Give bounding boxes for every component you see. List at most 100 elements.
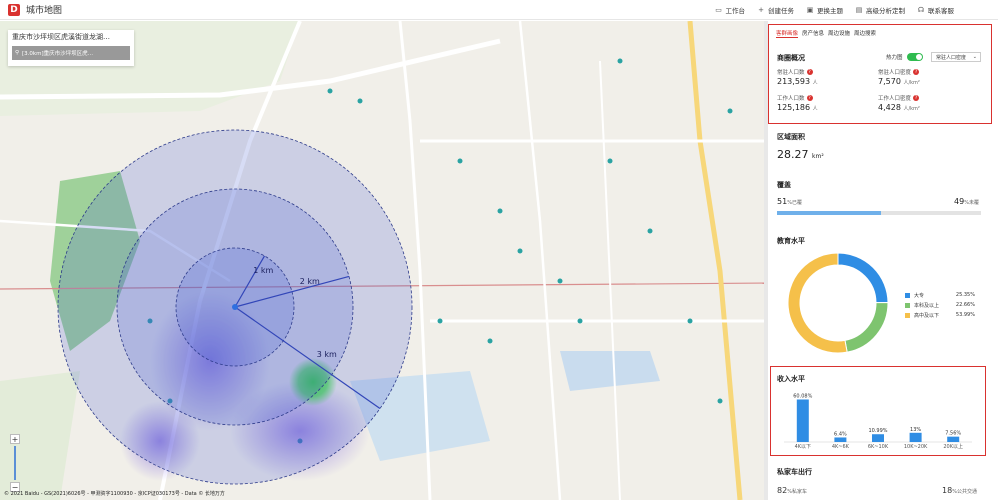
help-icon[interactable]: ? bbox=[806, 69, 813, 75]
resident-density-unit: 人/km² bbox=[903, 80, 920, 86]
resident-density-value: 7,570 人/km² bbox=[878, 77, 920, 86]
legend-item: 大专 25.35% bbox=[905, 290, 975, 300]
resident-pop-number: 213,593 bbox=[777, 77, 811, 86]
legend-item: 本科及以上 22.66% bbox=[905, 300, 975, 310]
bar-category-label: 4K以下 bbox=[795, 444, 811, 450]
zoom-slider[interactable] bbox=[14, 446, 16, 480]
income-bar[interactable] bbox=[872, 434, 884, 442]
legend-label: 大专 bbox=[914, 292, 925, 299]
top-actions: ▭ 工作台 + 创建任务 ▣ 更换主题 ▤ 高级分析定制 ☊ 联系客服 bbox=[715, 0, 954, 20]
income-chart: 60.08% 4K以下 6.4% 4K~6K 10.99% 6K~10K 13% 10K~20… bbox=[784, 393, 972, 450]
legend-item: 高中及以下 53.99% bbox=[905, 310, 975, 320]
legend-swatch bbox=[905, 312, 910, 318]
legend-pct: 53.99% bbox=[955, 312, 975, 318]
coverage-uncovered-unit: %未覆 bbox=[964, 200, 979, 206]
area-number: 28.27 bbox=[777, 148, 809, 161]
education-legend: 大专 25.35% 本科及以上 22.66% 高中及以下 53.99% bbox=[905, 290, 975, 320]
center-marker[interactable] bbox=[232, 304, 238, 310]
calendar-icon: ▤ bbox=[855, 6, 863, 14]
area-title: 区域面积 bbox=[777, 133, 805, 141]
tab-nearby-search[interactable]: 周边搜索 bbox=[854, 29, 876, 38]
legend-swatch bbox=[905, 292, 910, 298]
car-private-value: 82 bbox=[777, 486, 788, 495]
switch-theme-button[interactable]: ▣ 更换主题 bbox=[806, 5, 843, 15]
income-bar[interactable] bbox=[834, 437, 847, 442]
heatmap-label: 热力图 bbox=[886, 55, 903, 61]
contact-support-button[interactable]: ☊ 联系客服 bbox=[917, 5, 954, 15]
coverage-covered-unit: %已覆 bbox=[787, 200, 802, 206]
map-copyright: © 2021 Baidu - GS(2021)6026号 - 甲测资字11009… bbox=[4, 491, 225, 497]
bar-value-label: 10.99% bbox=[868, 428, 887, 434]
contact-support-label: 联系客服 bbox=[928, 7, 954, 15]
radius-rings: 1 km 2 km 3 km bbox=[57, 129, 413, 485]
heatmap-toggle[interactable]: 热力图 bbox=[886, 53, 923, 61]
legend-label: 高中及以下 bbox=[914, 312, 940, 319]
income-title: 收入水平 bbox=[777, 375, 805, 383]
create-task-button[interactable]: + 创建任务 bbox=[757, 5, 794, 15]
bar-value-label: 13% bbox=[910, 427, 921, 433]
workbench-button[interactable]: ▭ 工作台 bbox=[715, 5, 745, 15]
metric-dropdown[interactable]: 常驻人口密度 ⌄ bbox=[931, 52, 981, 62]
headset-icon: ☊ bbox=[917, 6, 925, 14]
income-bar[interactable] bbox=[796, 399, 809, 442]
resident-pop-unit: 人 bbox=[812, 80, 818, 86]
radius-label: 2 km bbox=[300, 277, 320, 286]
metric-dropdown-value: 常驻人口密度 bbox=[936, 54, 967, 61]
resident-density-label: 常驻人口密度? bbox=[878, 68, 920, 76]
tab-customer-profile[interactable]: 客群画像 bbox=[776, 29, 799, 38]
radius-label: 3 km bbox=[317, 350, 337, 359]
heatmap-switch[interactable] bbox=[906, 53, 923, 61]
work-pop-unit: 人 bbox=[812, 106, 818, 112]
monitor-icon: ▭ bbox=[715, 6, 722, 14]
car-public-unit: %公共交通 bbox=[952, 489, 977, 495]
help-icon[interactable]: ? bbox=[806, 95, 813, 101]
legend-pct: 22.66% bbox=[955, 302, 975, 308]
panel-tabs: 客群画像 房产信息 周边设施 周边搜索 bbox=[776, 29, 876, 38]
legend-pct: 25.35% bbox=[955, 292, 975, 298]
overview-title: 商圈概况 bbox=[777, 54, 805, 62]
help-icon[interactable]: ? bbox=[913, 69, 920, 75]
work-density-label-text: 工作人口密度 bbox=[878, 96, 912, 102]
work-density-value: 4,428 人/km² bbox=[878, 103, 920, 112]
road bbox=[518, 21, 562, 500]
tab-property-info[interactable]: 房产信息 bbox=[802, 29, 824, 38]
bar-category-label: 10K~20K bbox=[904, 444, 928, 450]
map-canvas[interactable]: 1 km 2 km 3 km + − bbox=[0, 21, 768, 500]
coverage-covered: 51%已覆 bbox=[777, 197, 802, 206]
legend-label: 本科及以上 bbox=[914, 302, 940, 309]
income-bar[interactable] bbox=[947, 436, 960, 442]
donut-slice[interactable] bbox=[787, 252, 848, 354]
app-title: 城市地图 bbox=[26, 6, 63, 16]
map-layer: 1 km 2 km 3 km bbox=[0, 21, 768, 500]
advanced-custom-button[interactable]: ▤ 高级分析定制 bbox=[855, 5, 905, 15]
zoom-in-button[interactable]: + bbox=[10, 434, 20, 444]
income-bar[interactable] bbox=[909, 432, 922, 442]
work-pop-value: 125,186 人 bbox=[777, 103, 818, 112]
search-result-item[interactable]: ⚲ [3.0km]重庆市沙坪坝区虎… bbox=[12, 46, 130, 60]
theme-icon: ▣ bbox=[806, 6, 814, 14]
car-title: 私家车出行 bbox=[777, 468, 812, 476]
coverage-bar-fill bbox=[777, 211, 882, 215]
car-public: 18%公共交通 bbox=[942, 486, 977, 495]
app-logo[interactable]: D bbox=[8, 3, 20, 16]
coverage-covered-value: 51 bbox=[777, 197, 788, 206]
car-private: 82%私家车 bbox=[777, 486, 807, 495]
resident-density-number: 7,570 bbox=[878, 77, 901, 86]
donut-slice[interactable] bbox=[837, 252, 889, 304]
top-bar: D 城市地图 ▭ 工作台 + 创建任务 ▣ 更换主题 ▤ 高级分析定制 ☊ 联系… bbox=[0, 0, 998, 20]
search-result-label: [3.0km]重庆市沙坪坝区虎… bbox=[22, 51, 94, 57]
advanced-custom-label: 高级分析定制 bbox=[866, 7, 905, 15]
car-private-unit: %私家车 bbox=[787, 489, 807, 495]
bar-category-label: 20K以上 bbox=[943, 443, 963, 450]
car-public-value: 18 bbox=[942, 486, 953, 495]
work-pop-label: 工作人口数? bbox=[777, 94, 813, 102]
area-unit: km² bbox=[812, 153, 824, 160]
donut-slice[interactable] bbox=[844, 302, 889, 353]
search-panel: 重庆市沙坪坝区虎溪街道龙湖… ⚲ [3.0km]重庆市沙坪坝区虎… bbox=[8, 30, 134, 66]
tab-nearby-facilities[interactable]: 周边设施 bbox=[828, 29, 850, 38]
search-input[interactable]: 重庆市沙坪坝区虎溪街道龙湖… bbox=[8, 30, 134, 44]
resident-pop-label-text: 常驻人口数 bbox=[777, 70, 805, 76]
help-icon[interactable]: ? bbox=[913, 95, 920, 101]
coverage-uncovered: 49%未覆 bbox=[954, 197, 979, 206]
zoom-control: + − bbox=[10, 434, 20, 492]
